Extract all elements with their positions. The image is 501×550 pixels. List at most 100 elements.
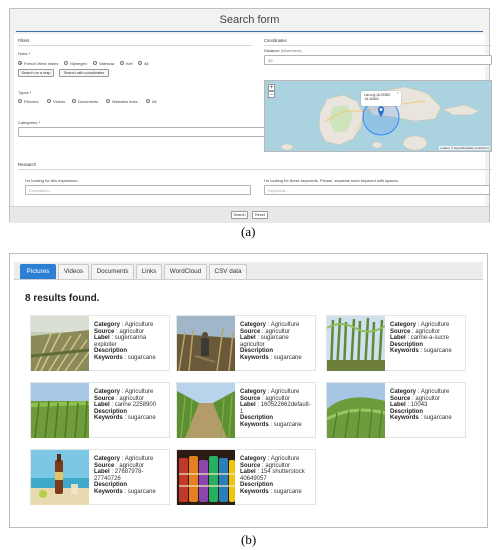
result-thumbnail[interactable] <box>177 316 235 371</box>
result-category: Agriculture <box>270 389 300 395</box>
result-source: agricultor <box>119 395 145 402</box>
sugarcane-hill-image <box>327 383 385 438</box>
result-keywords: sugarcane <box>423 348 452 355</box>
tall-sugarcane-image <box>327 316 385 371</box>
result-thumbnail[interactable] <box>31 450 89 505</box>
result-card[interactable]: Category : Agriculture Source : agricult… <box>176 315 316 371</box>
search-on-map-button[interactable]: Search on a map <box>18 69 54 77</box>
result-source: agricultor <box>265 328 291 335</box>
result-keywords: sugarcane <box>273 354 302 361</box>
type-option-videos[interactable] <box>47 99 51 103</box>
tab-videos[interactable]: Videos <box>58 264 89 279</box>
reset-button[interactable]: Reset <box>252 211 268 219</box>
form-body: Filters Hubs * French West Indies Nijmeg… <box>14 34 492 206</box>
result-tabs: Pictures Videos Documents Links WordClou… <box>14 262 483 280</box>
result-category: Agriculture <box>270 456 300 462</box>
result-card[interactable]: Category : Agriculture Source : agricult… <box>30 449 170 505</box>
hub-label: Kiel <box>126 60 133 66</box>
hubs-label: Hubs * <box>18 51 31 56</box>
hub-radio-valencia[interactable] <box>93 61 97 65</box>
result-card[interactable]: Category : Agriculture Source : agricult… <box>30 382 170 438</box>
hub-label: French West Indies <box>24 60 59 66</box>
hub-radio-kiel[interactable] <box>120 61 124 65</box>
result-card[interactable]: Category : Agriculture Source : agricult… <box>326 315 466 371</box>
result-thumbnail[interactable] <box>31 383 89 438</box>
tab-wordcloud[interactable]: WordCloud <box>164 264 207 279</box>
result-count: 8 results found. <box>25 293 100 304</box>
result-thumbnail[interactable] <box>177 450 235 505</box>
tab-links[interactable]: Links <box>136 264 162 279</box>
coordinates-heading: Coordinates <box>264 38 287 43</box>
result-source: agricultor <box>415 328 441 335</box>
result-card[interactable]: Category : Agriculture Source : agricult… <box>176 382 316 438</box>
result-source: agricultor <box>265 395 291 402</box>
tab-csv-data[interactable]: CSV data <box>209 264 247 279</box>
search-with-coordinates-button[interactable]: Search with coordinates <box>59 69 109 77</box>
result-metadata: Category : Agriculture Source : agricult… <box>240 456 305 495</box>
hub-radio-nijmegen[interactable] <box>64 61 68 65</box>
hub-radio-french-west-indies[interactable] <box>18 61 22 65</box>
result-category: Agriculture <box>124 456 154 462</box>
expression-input[interactable]: Expression... <box>25 185 251 195</box>
result-label: canne 2258900 <box>114 402 157 409</box>
popup-coordinates-line2: -61.60662 <box>364 97 379 101</box>
sugarcane-path-image <box>177 383 235 438</box>
result-source: agricultor <box>265 462 291 469</box>
type-label: Videos <box>53 98 66 104</box>
type-label: Documents <box>78 98 99 104</box>
hub-label: Valencia <box>99 60 115 66</box>
result-metadata: Category : Agriculture Source : agricult… <box>94 322 156 361</box>
type-option-pictures[interactable] <box>18 99 22 103</box>
result-keywords: sugarcane <box>127 354 156 361</box>
result-keywords: sugarcane <box>127 415 156 422</box>
hub-label: Nijmegen <box>70 60 87 66</box>
result-card[interactable]: Category : Agriculture Source : agricult… <box>326 382 466 438</box>
type-option-documents[interactable] <box>72 99 76 103</box>
result-thumbnail[interactable] <box>31 316 89 371</box>
result-metadata: Category : Agriculture Source : agricult… <box>390 389 452 422</box>
result-label: 10043 <box>410 402 428 409</box>
result-thumbnail[interactable] <box>327 316 385 371</box>
result-thumbnail[interactable] <box>177 383 235 438</box>
result-category: Agriculture <box>420 322 450 328</box>
result-category: Agriculture <box>420 389 450 395</box>
search-map[interactable]: + − Lat-Lng:16.29389, -61.60662 × Leafle… <box>264 80 492 152</box>
tab-pictures[interactable]: Pictures <box>20 264 56 279</box>
result-thumbnail[interactable] <box>327 383 385 438</box>
map-attribution: Leaflet | © OpenStreetMap contributors <box>439 146 490 150</box>
result-keywords: sugarcane <box>273 421 302 428</box>
result-card[interactable]: Category : Agriculture Source : agricult… <box>30 315 170 371</box>
result-category: Agriculture <box>270 322 300 328</box>
popup-close-icon[interactable]: × <box>397 91 399 95</box>
type-option-all[interactable] <box>146 99 150 103</box>
tab-documents[interactable]: Documents <box>91 264 134 279</box>
divider <box>18 45 252 46</box>
result-category: Agriculture <box>124 322 154 328</box>
search-button[interactable]: Search <box>231 211 248 219</box>
result-label: canne-a-sucre <box>410 335 450 342</box>
sugarcane-harvest-image <box>31 316 89 371</box>
rum-bottles-image <box>177 450 235 505</box>
result-source: agricultor <box>119 462 145 469</box>
zoom-out-button[interactable]: − <box>268 91 275 98</box>
hub-label: All <box>144 60 149 66</box>
research-heading: Research <box>18 162 36 167</box>
divider <box>264 45 492 46</box>
result-source: agricultor <box>415 395 441 402</box>
hub-radio-all[interactable] <box>138 61 142 65</box>
result-metadata: Category : Agriculture Source : agricult… <box>240 322 302 361</box>
result-card[interactable]: Category : Agriculture Source : agricult… <box>176 449 316 505</box>
distance-input[interactable]: 20 <box>264 55 492 65</box>
zoom-in-button[interactable]: + <box>268 84 275 91</box>
divider <box>18 169 492 170</box>
keywords-input[interactable]: Keywords... <box>264 185 490 195</box>
map-popup: Lat-Lng:16.29389, -61.60662 × <box>361 91 401 106</box>
results-panel: Pictures Videos Documents Links WordClou… <box>9 253 488 528</box>
result-metadata: Category : Agriculture Source : agricult… <box>240 389 311 428</box>
form-footer: Search Reset <box>10 206 489 223</box>
type-option-websites-links[interactable] <box>106 99 110 103</box>
type-label: Websites links <box>112 98 138 104</box>
keywords-label: I'm looking for these keywords. Please, … <box>264 178 399 183</box>
categories-label: Categories * <box>18 120 41 125</box>
result-keywords: sugarcane <box>127 488 156 495</box>
